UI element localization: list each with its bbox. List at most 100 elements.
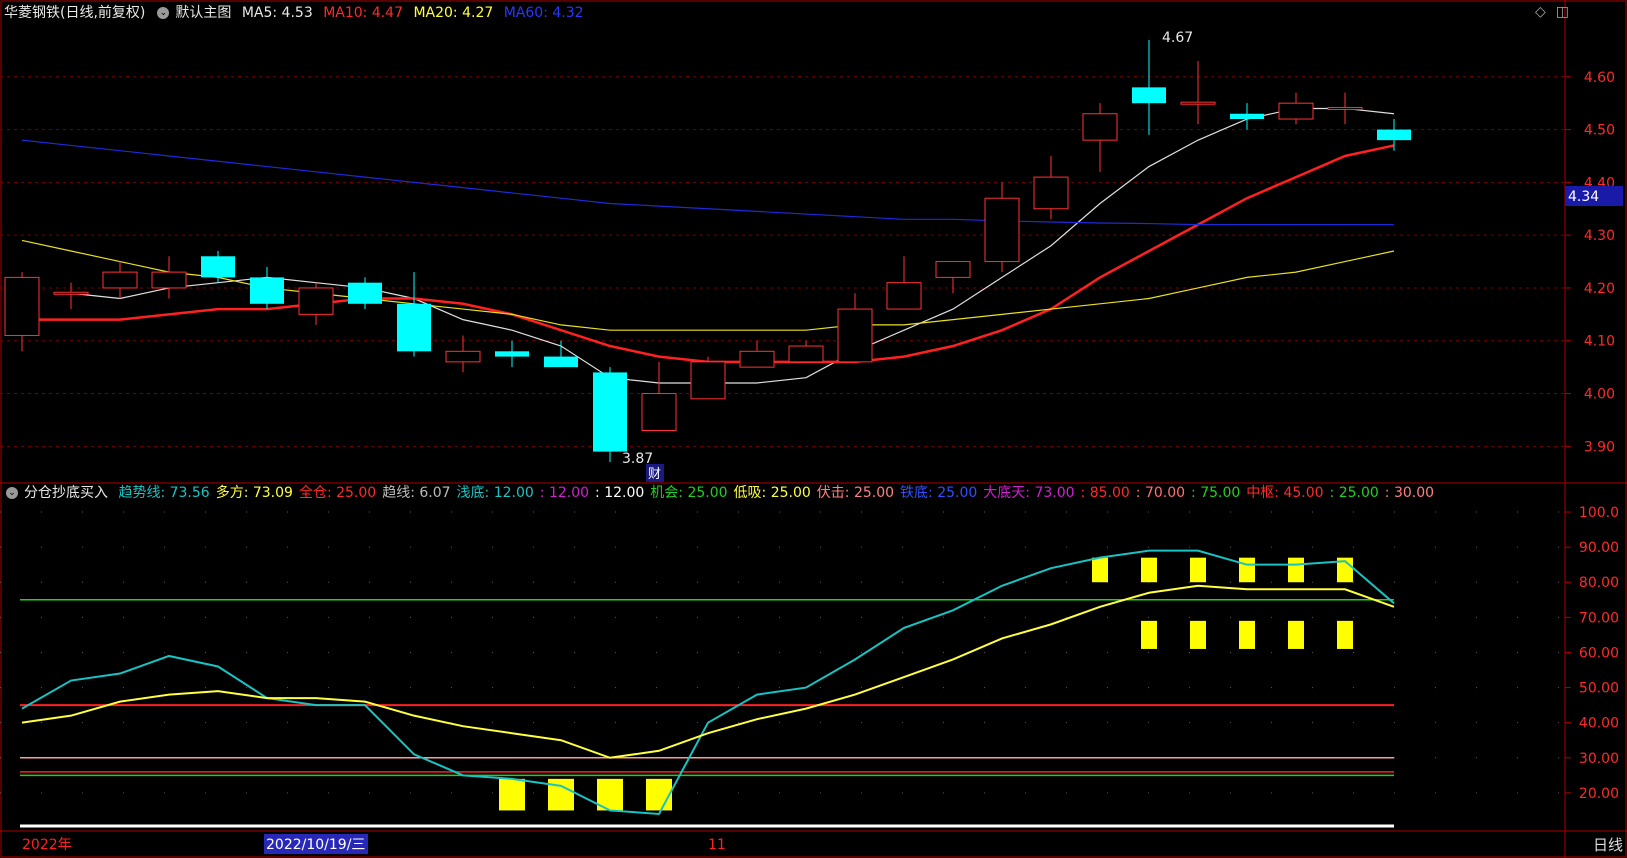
indicator-grid bbox=[0, 511, 1571, 794]
indicator-value-12: : 85.00 bbox=[1080, 485, 1130, 501]
price-tick-label: 4.30 bbox=[1584, 228, 1615, 244]
indicator-value-3: 趋线: 6.07 bbox=[382, 485, 451, 501]
candle-body bbox=[1132, 87, 1166, 104]
dropdown-icon[interactable]: ⌄ bbox=[157, 7, 170, 19]
signal-bar bbox=[1190, 620, 1206, 649]
candle-body bbox=[935, 261, 971, 278]
current-price-value: 4.34 bbox=[1568, 189, 1599, 205]
indicator-value-10: 铁底: 25.00 bbox=[900, 485, 978, 501]
indicator-tick-label: 70.00 bbox=[1579, 610, 1619, 626]
indicator-value-14: : 75.00 bbox=[1191, 485, 1241, 501]
candle-body bbox=[544, 356, 578, 368]
candle-body bbox=[593, 372, 627, 452]
candle-body bbox=[1327, 106, 1363, 110]
axis-labels: 4.604.504.404.304.204.104.003.90100.090.… bbox=[1579, 70, 1619, 802]
candle-body bbox=[1278, 102, 1314, 120]
ma-line-ma20 bbox=[21, 239, 1395, 331]
main-chart-header: 华菱钢铁(日线,前复权) ⌄ 默认主图 MA5: 4.53 MA10: 4.47 M… bbox=[0, 2, 590, 24]
candle-body bbox=[1377, 129, 1411, 141]
timeframe-label[interactable]: 日线 bbox=[1593, 834, 1623, 855]
candle-body bbox=[4, 276, 40, 336]
chart-mode[interactable]: 默认主图 bbox=[175, 5, 231, 21]
dropdown-icon[interactable]: ⌄ bbox=[6, 487, 18, 499]
indicator-line bbox=[21, 549, 1395, 816]
candle-body bbox=[690, 361, 726, 400]
candle-body bbox=[495, 351, 529, 357]
candle-body bbox=[1033, 176, 1069, 210]
indicator-name[interactable]: 分仓抄底买入 bbox=[24, 485, 108, 501]
candle-body bbox=[250, 277, 284, 304]
indicator-value-15: 中枢: 45.00 bbox=[1246, 485, 1324, 501]
price-tick-label: 4.00 bbox=[1584, 387, 1615, 403]
indicator-tick-label: 80.00 bbox=[1579, 575, 1619, 591]
indicator-value-16: : 25.00 bbox=[1329, 485, 1379, 501]
indicator-value-0: 趋势线: 73.56 bbox=[118, 485, 210, 501]
indicator-value-1: 多方: 73.09 bbox=[215, 485, 293, 501]
indicator-levels bbox=[20, 599, 1394, 828]
price-tick-label: 3.90 bbox=[1584, 439, 1615, 455]
price-tick-label: 4.10 bbox=[1584, 334, 1615, 350]
indicator-value-8: 低吸: 25.00 bbox=[733, 485, 811, 501]
ma-line-ma5 bbox=[70, 107, 1395, 384]
signal-bar bbox=[1141, 620, 1157, 649]
indicator-tick-label: 90.00 bbox=[1579, 540, 1619, 556]
ma60-value: MA60: 4.32 bbox=[503, 5, 584, 21]
indicator-value-17: : 30.00 bbox=[1384, 485, 1435, 501]
cursor-date-label: 2022/10/19/三 bbox=[266, 837, 365, 853]
candle-body bbox=[348, 282, 382, 304]
indicator-tick-label: 30.00 bbox=[1579, 751, 1619, 767]
candle-body bbox=[886, 282, 922, 310]
indicator-tick-label: 100.0 bbox=[1579, 505, 1619, 521]
candle-body bbox=[1082, 113, 1118, 141]
axis-month-label: 11 bbox=[708, 837, 726, 853]
indicator-value-2: 全仓: 25.00 bbox=[298, 485, 377, 501]
signal-bar bbox=[1288, 557, 1304, 583]
indicator-tick-label: 60.00 bbox=[1579, 645, 1619, 661]
indicator-header: ⌄ 分仓抄底买入 趋势线: 73.56 多方: 73.09 全仓: 25.00 趋线: … bbox=[0, 482, 1446, 504]
candle-body bbox=[102, 271, 138, 289]
indicator-value-13: : 70.00 bbox=[1135, 485, 1186, 501]
candle-body bbox=[1230, 113, 1264, 120]
candle-body bbox=[641, 393, 677, 431]
signal-bar bbox=[1141, 557, 1157, 583]
candle-body bbox=[397, 303, 431, 352]
signal-bar bbox=[1092, 557, 1108, 583]
high-price-annotation: 4.67 bbox=[1162, 30, 1193, 46]
ma20-value: MA20: 4.27 bbox=[413, 5, 494, 21]
chart-toolbar: ◇ ◫ bbox=[1525, 4, 1569, 20]
ma10-value: MA10: 4.47 bbox=[323, 5, 403, 21]
indicator-tick-label: 20.00 bbox=[1579, 786, 1619, 802]
candle-body bbox=[984, 197, 1020, 263]
indicator-value-5: : 12.00 bbox=[539, 485, 590, 501]
indicator-value-11: 大底天: 73.00 bbox=[983, 485, 1075, 501]
indicator-value-6: : 12.00 bbox=[595, 485, 645, 501]
stock-title[interactable]: 华菱钢铁(日线,前复权) bbox=[4, 5, 145, 21]
indicator-lines bbox=[21, 549, 1395, 816]
indicator-value-9: 伏击: 25.00 bbox=[816, 485, 895, 501]
ma5-value: MA5: 4.53 bbox=[241, 5, 313, 21]
candle-body bbox=[1180, 101, 1216, 105]
candle-body bbox=[151, 271, 187, 289]
price-grid bbox=[0, 76, 1571, 447]
indicator-tick-label: 50.00 bbox=[1579, 681, 1619, 697]
ma-line-ma10 bbox=[22, 144, 1395, 364]
candle-body bbox=[788, 345, 824, 363]
window-icon[interactable]: ◫ bbox=[1556, 4, 1569, 20]
candle-body bbox=[298, 287, 334, 315]
signal-bar bbox=[1239, 557, 1255, 583]
diamond-icon[interactable]: ◇ bbox=[1535, 4, 1546, 20]
signal-bar bbox=[499, 778, 525, 811]
price-tick-label: 4.20 bbox=[1584, 281, 1615, 297]
signal-bar bbox=[1239, 620, 1255, 649]
candle-body bbox=[445, 350, 481, 363]
indicator-value-7: 机会: 25.00 bbox=[650, 485, 728, 501]
signal-bar bbox=[1337, 620, 1353, 649]
stock-chart[interactable]: 4.604.504.404.304.204.104.003.90100.090.… bbox=[0, 0, 1627, 858]
indicator-tick-label: 40.00 bbox=[1579, 716, 1619, 732]
event-marker-cai[interactable]: 财 bbox=[648, 467, 661, 482]
moving-average-lines bbox=[21, 107, 1395, 384]
candle-body bbox=[201, 256, 235, 278]
price-tick-label: 4.50 bbox=[1584, 123, 1615, 139]
candlesticks[interactable] bbox=[4, 39, 1411, 463]
candle-body bbox=[837, 308, 873, 363]
